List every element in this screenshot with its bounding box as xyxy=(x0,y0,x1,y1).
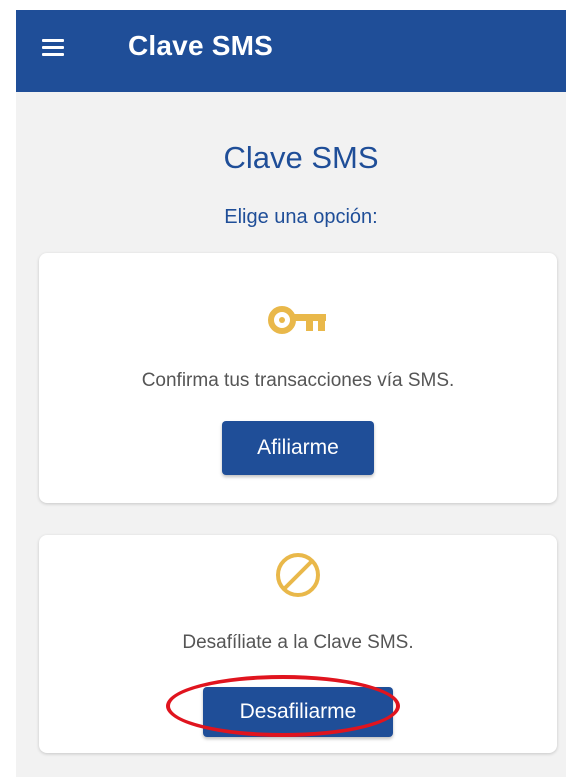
unaffiliate-card: Desafíliate a la Clave SMS. Desafiliarme xyxy=(39,535,557,753)
affiliate-card: Confirma tus transacciones vía SMS. Afil… xyxy=(39,253,557,503)
page-title: Clave SMS xyxy=(223,140,379,175)
affiliate-description: Confirma tus transacciones vía SMS. xyxy=(141,370,455,391)
affiliate-button[interactable]: Afiliarme xyxy=(222,421,374,475)
page-subtitle: Elige una opción: xyxy=(224,206,378,228)
app-bar-title: Clave SMS xyxy=(128,30,273,61)
unaffiliate-description: Desafíliate a la Clave SMS. xyxy=(182,632,414,653)
key-icon xyxy=(39,305,557,335)
hamburger-menu-icon[interactable] xyxy=(42,39,64,57)
unaffiliate-button[interactable]: Desafiliarme xyxy=(203,687,393,737)
app-screen: Clave SMS Clave SMS Elige una opción: Co… xyxy=(16,10,566,777)
app-bar: Clave SMS xyxy=(16,10,566,92)
prohibited-icon xyxy=(39,551,557,599)
